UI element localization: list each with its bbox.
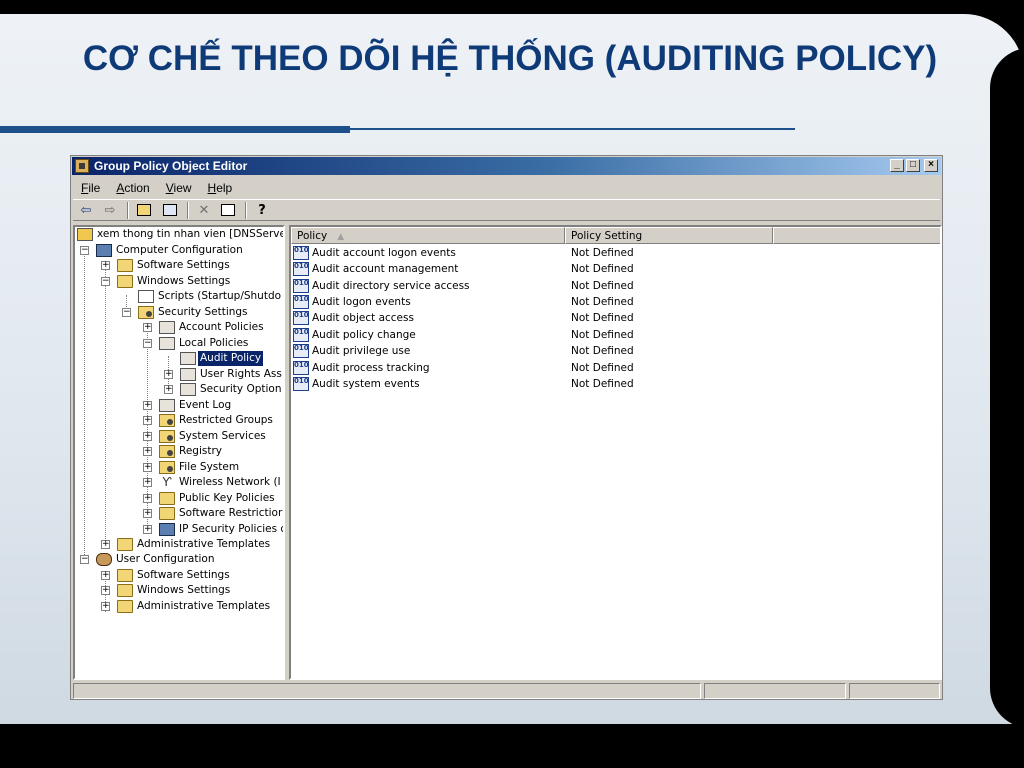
policy-scroll-icon (77, 228, 93, 241)
policy-book-icon (159, 337, 175, 350)
audit-policy-icon: 010 101 (293, 311, 309, 325)
collapse-icon[interactable]: − (80, 246, 89, 255)
status-cell (73, 683, 701, 699)
audit-policy-icon: 010 101 (293, 361, 309, 375)
expand-icon[interactable]: + (101, 602, 110, 611)
expand-icon[interactable]: + (143, 478, 152, 487)
user-icon (96, 553, 112, 566)
tree-line (84, 249, 85, 559)
column-header-policy[interactable]: Policy ▲ (291, 227, 565, 244)
menu-file[interactable]: File (73, 178, 108, 197)
expand-icon[interactable]: + (164, 370, 173, 379)
audit-policy-icon: 010 101 (293, 262, 309, 276)
menu-action[interactable]: Action (108, 178, 157, 197)
audit-policy-icon: 010 101 (293, 246, 309, 260)
gpo-editor-icon (75, 159, 89, 173)
slide-title: CƠ CHẾ THEO DÕI HỆ THỐNG (AUDITING POLIC… (82, 39, 938, 78)
expand-icon[interactable]: + (143, 525, 152, 534)
back-arrow-icon[interactable]: ⇦ (77, 202, 95, 219)
help-icon[interactable]: ? (253, 202, 271, 219)
toolbar-separator (127, 202, 129, 219)
security-settings-icon (138, 306, 154, 319)
expand-icon[interactable]: + (164, 385, 173, 394)
folder-icon (117, 600, 133, 613)
collapse-icon[interactable]: − (80, 555, 89, 564)
locked-folder-icon (159, 445, 175, 458)
status-bar (73, 683, 940, 699)
policy-book-icon (159, 399, 175, 412)
expand-icon[interactable]: + (143, 494, 152, 503)
column-header-policy-setting[interactable]: Policy Setting (565, 227, 773, 244)
status-cell (704, 683, 846, 699)
status-cell (849, 683, 940, 699)
collapse-icon[interactable]: − (122, 308, 131, 317)
toolbar-separator (187, 202, 189, 219)
delete-icon[interactable]: ✕ (195, 202, 213, 219)
antenna-icon: Ƴ (162, 475, 172, 489)
folder-icon (117, 538, 133, 551)
folder-icon (159, 507, 175, 520)
menu-help[interactable]: Help (200, 178, 241, 197)
menu-bar: File Action View Help (73, 178, 240, 197)
list-header: Policy ▲ Policy Setting (291, 227, 940, 244)
audit-policy-icon: 010 101 (293, 295, 309, 309)
sort-ascending-icon: ▲ (337, 232, 345, 242)
expand-icon[interactable]: + (143, 323, 152, 332)
expand-icon[interactable]: + (101, 540, 110, 549)
expand-icon[interactable]: + (143, 416, 152, 425)
menu-view[interactable]: View (158, 178, 200, 197)
maximize-button[interactable]: □ (906, 159, 920, 172)
title-underline-thin (350, 128, 795, 130)
expand-icon[interactable]: + (143, 432, 152, 441)
tree-line (105, 265, 106, 545)
policy-book-icon (180, 352, 196, 365)
folder-icon (117, 275, 133, 288)
folder-icon (117, 569, 133, 582)
window-titlebar[interactable]: Group Policy Object Editor _ □ × (72, 157, 941, 175)
audit-policy-icon: 010 101 (293, 328, 309, 342)
group-policy-editor-window: Group Policy Object Editor _ □ × File Ac… (70, 155, 943, 700)
policy-list-pane[interactable]: Policy▲ Policy Setting 010 101 Audit acc… (289, 225, 942, 680)
forward-arrow-icon[interactable]: ⇨ (101, 202, 119, 219)
expand-icon[interactable]: + (143, 447, 152, 456)
slide-bottom-decoration (0, 724, 1024, 768)
policy-book-icon (180, 383, 196, 396)
locked-folder-icon (159, 414, 175, 427)
expand-icon[interactable]: + (143, 463, 152, 472)
policy-book-icon (159, 321, 175, 334)
audit-policy-icon: 010 101 (293, 377, 309, 391)
computer-icon (96, 244, 112, 257)
show-hide-tree-icon[interactable] (161, 202, 179, 219)
expand-icon[interactable]: + (143, 509, 152, 518)
minimize-button[interactable]: _ (890, 159, 904, 172)
title-underline-thick (0, 126, 350, 133)
expand-icon[interactable]: + (101, 261, 110, 270)
close-button[interactable]: × (924, 159, 938, 172)
network-computer-icon (159, 523, 175, 536)
collapse-icon[interactable]: − (143, 339, 152, 348)
folder-icon (159, 492, 175, 505)
audit-policy-icon: 010 101 (293, 344, 309, 358)
folder-icon (117, 259, 133, 272)
policy-book-icon (180, 368, 196, 381)
tree-pane[interactable]: xem thong tin nhan vien [DNSServe − Comp… (73, 225, 285, 680)
expand-icon[interactable]: + (101, 571, 110, 580)
column-header-empty (773, 227, 940, 244)
audit-policy-icon: 010 101 (293, 279, 309, 293)
collapse-icon[interactable]: − (101, 277, 110, 286)
locked-folder-icon (159, 430, 175, 443)
up-folder-icon[interactable] (135, 202, 153, 219)
folder-icon (117, 584, 133, 597)
locked-folder-icon (159, 461, 175, 474)
expand-icon[interactable]: + (143, 401, 152, 410)
toolbar-separator (245, 202, 247, 219)
scripts-icon (138, 290, 154, 303)
window-controls: _ □ × (890, 159, 938, 172)
toolbar: ⇦ ⇨ ✕ ? (73, 199, 940, 221)
window-title: Group Policy Object Editor (94, 159, 248, 173)
export-list-icon[interactable] (219, 202, 237, 219)
expand-icon[interactable]: + (101, 586, 110, 595)
slide-right-decoration (990, 48, 1024, 728)
